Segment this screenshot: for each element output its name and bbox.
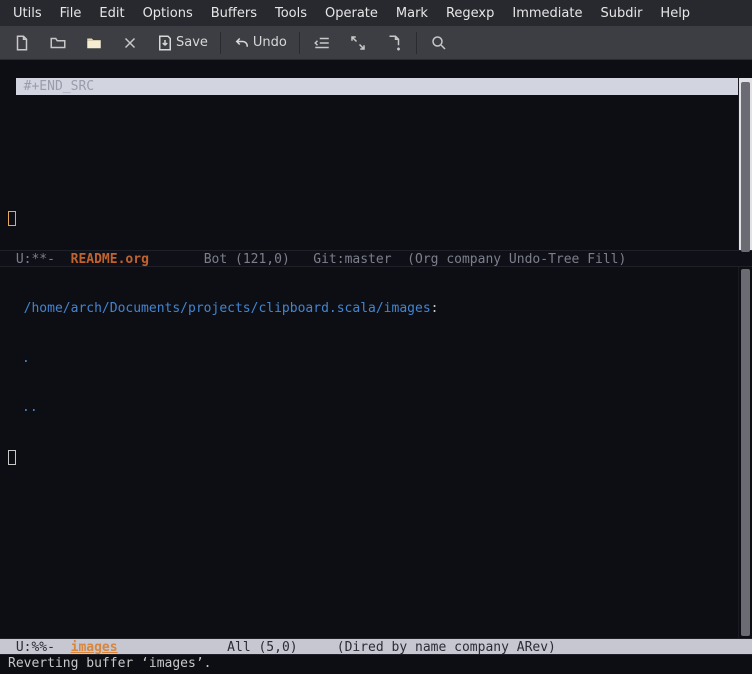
folder-icon — [85, 34, 103, 52]
scrollbar-buf2[interactable] — [738, 267, 752, 638]
search-icon — [430, 34, 448, 52]
toolbar-separator — [299, 32, 300, 54]
undo-label: Undo — [253, 35, 287, 50]
tool-bar: Save Undo — [0, 26, 752, 60]
dired-colon: : — [431, 301, 439, 316]
current-folder-button[interactable] — [76, 26, 112, 60]
folder-outline-icon — [49, 34, 67, 52]
modeline-bufname: images — [71, 640, 118, 655]
echo-area: Reverting buffer ‘images’. — [0, 655, 752, 672]
menu-bar: Utils File Edit Options Buffers Tools Op… — [0, 0, 752, 26]
close-icon — [121, 34, 139, 52]
menu-operate[interactable]: Operate — [316, 2, 387, 25]
frame-layout-button[interactable] — [340, 26, 376, 60]
cursor — [8, 450, 16, 465]
menu-options[interactable]: Options — [134, 2, 202, 25]
save-button[interactable]: Save — [148, 26, 216, 60]
modeline-left: U:%%- — [8, 640, 71, 655]
buffer-readme[interactable]: #+END_SRC ** Download Release ... — [0, 60, 752, 250]
scrollbar-buf1[interactable] — [738, 78, 752, 250]
search-button[interactable] — [421, 26, 457, 60]
close-button[interactable] — [112, 26, 148, 60]
new-file-icon — [13, 34, 31, 52]
scrollbar-thumb[interactable] — [741, 269, 750, 636]
open-folder-button[interactable] — [40, 26, 76, 60]
save-icon — [156, 34, 174, 52]
menu-mark[interactable]: Mark — [387, 2, 437, 25]
dedent-button[interactable] — [304, 26, 340, 60]
toolbar-separator — [416, 32, 417, 54]
new-frame-button[interactable] — [376, 26, 412, 60]
cursor-outline — [8, 211, 16, 226]
scrollbar-thumb[interactable] — [741, 82, 750, 252]
modeline-rest: All (5,0) (Dired by name company ARev) — [118, 640, 556, 655]
undo-button[interactable]: Undo — [225, 26, 295, 60]
menu-edit[interactable]: Edit — [90, 2, 133, 25]
menu-utils[interactable]: Utils — [4, 2, 51, 25]
dedent-icon — [313, 34, 331, 52]
menu-file[interactable]: File — [51, 2, 91, 25]
menu-immediate[interactable]: Immediate — [503, 2, 591, 25]
modeline-images[interactable]: U:%%- images All (5,0) (Dired by name co… — [0, 638, 752, 655]
dired-entry-dotdot[interactable]: .. — [8, 400, 752, 417]
save-label: Save — [176, 35, 208, 50]
toolbar-separator — [220, 32, 221, 54]
dired-path: /home/arch/Documents/projects/clipboard.… — [8, 301, 431, 316]
buffer-dired-images[interactable]: /home/arch/Documents/projects/clipboard.… — [0, 267, 752, 638]
file-plus-icon — [385, 34, 403, 52]
menu-tools[interactable]: Tools — [266, 2, 316, 25]
menu-subdir[interactable]: Subdir — [591, 2, 651, 25]
undo-icon — [233, 34, 251, 52]
frame-corners-icon — [349, 34, 367, 52]
menu-help[interactable]: Help — [651, 2, 699, 25]
end-src-line: #+END_SRC — [16, 78, 738, 95]
dired-entry-dot[interactable]: . — [8, 351, 752, 368]
menu-regexp[interactable]: Regexp — [437, 2, 503, 25]
menu-buffers[interactable]: Buffers — [202, 2, 266, 25]
new-file-button[interactable] — [4, 26, 40, 60]
